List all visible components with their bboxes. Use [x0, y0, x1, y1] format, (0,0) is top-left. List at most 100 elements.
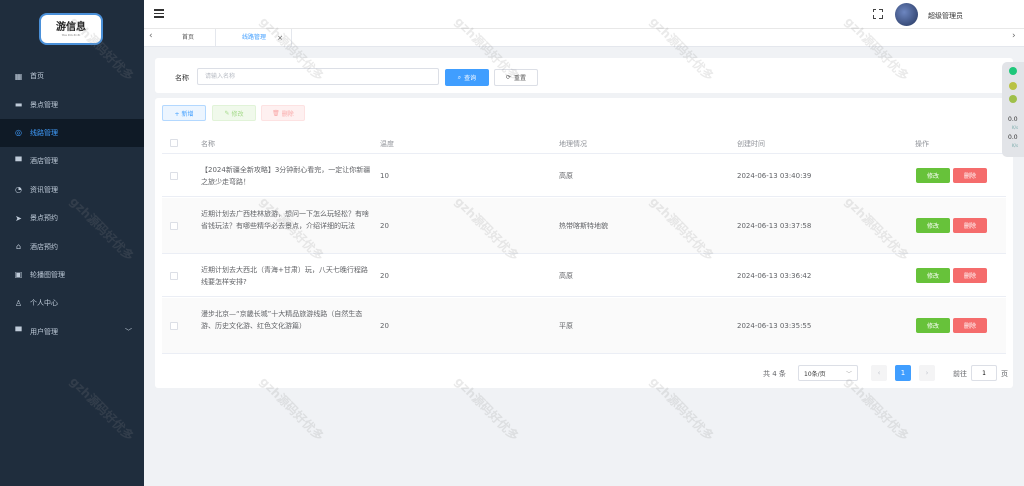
cell-geo: 热带喀斯特地貌	[559, 222, 608, 230]
download-unit: K/s	[1012, 143, 1019, 148]
row-edit-button[interactable]: 修改	[916, 168, 950, 183]
sidebar-item-label: 个人中心	[30, 299, 58, 308]
cell-name: 【2024新疆全新攻略】3分钟耐心看完，一定让你新疆之旅少走弯路！	[201, 166, 371, 186]
row-checkbox[interactable]	[170, 172, 178, 180]
sidebar-item-label: 首页	[30, 72, 44, 81]
search-form: 名称 ⌕查询 ⟳重置	[155, 58, 1013, 93]
user-icon: ♙	[14, 298, 23, 308]
next-page-button[interactable]: ›	[919, 365, 935, 381]
cell-time: 2024-06-13 03:36:42	[737, 272, 812, 280]
prev-page-button[interactable]: ‹	[871, 365, 887, 381]
tab-routes[interactable]: 线路管理 ×	[218, 29, 292, 47]
row-delete-button[interactable]: 删除	[953, 168, 987, 183]
row-checkbox[interactable]	[170, 322, 178, 330]
status-dot-icon	[1009, 95, 1017, 103]
search-button-label: 查询	[464, 75, 477, 82]
cell-temp: 20	[380, 322, 389, 330]
tab-home[interactable]: 首页	[158, 29, 216, 47]
cell-temp: 20	[380, 272, 389, 280]
row-delete-button[interactable]: 删除	[953, 218, 987, 233]
sidebar-item-hotel-booking[interactable]: ⌂ 酒店预约	[0, 232, 144, 260]
sidebar-item-home[interactable]: ▦ 首页	[0, 62, 144, 90]
edit-button[interactable]: ✎ 修改	[212, 105, 256, 121]
refresh-icon: ⟳	[505, 74, 511, 81]
download-speed: 0.0	[1008, 134, 1018, 141]
search-icon: ⌕	[457, 73, 462, 81]
select-all-checkbox[interactable]	[170, 139, 178, 147]
logo: 游信息 You Xin Xi Xi	[39, 13, 103, 45]
sidebar-item-scenic-booking[interactable]: ➤ 景点预约	[0, 204, 144, 232]
page-size-select[interactable]: 10条/页 ﹀	[798, 365, 858, 381]
delete-button[interactable]: 🗑 删除	[261, 105, 305, 121]
column-header-name: 名称	[201, 140, 215, 148]
column-header-temp: 温度	[380, 140, 394, 148]
chevron-down-icon: ﹀	[845, 370, 852, 378]
edit-icon: ✎	[224, 109, 230, 117]
sidebar-item-label: 酒店预约	[30, 242, 58, 251]
search-button[interactable]: ⌕ 查询	[445, 69, 489, 86]
sidebar-menu: ▦ 首页 ▬ 景点管理 ◎ 线路管理 ▀ 酒店管理 ◔ 资讯管理 ➤ 景点预约 ⌂ 酒店预约 …	[0, 62, 144, 346]
chevron-left-icon[interactable]: ‹	[149, 31, 153, 41]
trash-icon: 🗑	[272, 109, 280, 117]
cell-name: 近期计划去大西北（青海+甘肃）玩，八天七晚行程路线要怎样安排?	[201, 266, 368, 286]
row-edit-button[interactable]: 修改	[916, 318, 950, 333]
row-edit-button[interactable]: 修改	[916, 268, 950, 283]
sidebar-item-scenic[interactable]: ▬ 景点管理	[0, 90, 144, 118]
row-checkbox[interactable]	[170, 272, 178, 280]
globe-icon: ◎	[15, 128, 22, 138]
delete-button-label: 删除	[281, 110, 294, 118]
sidebar-item-label: 景点管理	[30, 100, 58, 109]
table-row: 近期计划去大西北（青海+甘肃）玩，八天七晚行程路线要怎样安排? 20 高原 20…	[162, 255, 1006, 297]
reset-button[interactable]: ⟳ 重置	[494, 69, 538, 86]
goto-page-input[interactable]	[971, 365, 997, 381]
page-number-button[interactable]: 1	[895, 365, 911, 381]
user-name[interactable]: 超级管理员	[928, 11, 963, 21]
sidebar-item-label: 酒店管理	[30, 157, 58, 166]
tab-label: 首页	[182, 34, 195, 41]
column-header-geo: 地理情况	[559, 140, 587, 148]
sidebar-item-label: 用户管理	[30, 327, 58, 336]
menu-toggle-icon[interactable]	[154, 9, 164, 18]
cell-geo: 高原	[559, 272, 573, 280]
page-unit-label: 页	[1001, 370, 1008, 378]
add-button[interactable]: + 新增	[162, 105, 206, 121]
table-header: 名称 温度 地理情况 创建时间 操作	[162, 132, 1006, 154]
table-card: + 新增 ✎ 修改 🗑 删除 名称 温度 地理情况 创建时间 操作 【2024新疆全…	[155, 98, 1013, 388]
table-row: 【2024新疆全新攻略】3分钟耐心看完，一定让你新疆之旅少走弯路！ 10 高原 …	[162, 155, 1006, 197]
sidebar-item-news[interactable]: ◔ 资讯管理	[0, 176, 144, 204]
close-icon[interactable]: ×	[277, 29, 283, 47]
network-speed-widget[interactable]: 0.0 K/s 0.0 K/s	[1002, 62, 1024, 157]
reset-button-label: 重置	[514, 75, 527, 82]
tags-view: ‹ 首页 线路管理 × ›	[144, 29, 1024, 47]
row-checkbox[interactable]	[170, 222, 178, 230]
fullscreen-icon[interactable]	[872, 8, 883, 19]
column-header-actions: 操作	[915, 140, 929, 148]
cell-time: 2024-06-13 03:40:39	[737, 172, 812, 180]
cell-time: 2024-06-13 03:37:58	[737, 222, 812, 230]
search-input[interactable]	[197, 68, 439, 85]
name-label: 名称	[175, 74, 189, 82]
table-row: 漫步北京—“京畿长城”十大精品旅游线路（自然生态游、历史文化游、红色文化游篇） …	[162, 298, 1006, 354]
sidebar-item-users[interactable]: ▀ 用户管理 ﹀	[0, 318, 144, 346]
row-delete-button[interactable]: 删除	[953, 318, 987, 333]
sidebar-item-label: 景点预约	[30, 214, 58, 223]
sidebar-item-hotels[interactable]: ▀ 酒店管理	[0, 147, 144, 175]
cell-temp: 10	[380, 172, 389, 180]
row-edit-button[interactable]: 修改	[916, 218, 950, 233]
logo-subtext: You Xin Xi Xi	[61, 32, 81, 37]
cell-name: 漫步北京—“京畿长城”十大精品旅游线路（自然生态游、历史文化游、红色文化游篇）	[201, 310, 363, 330]
cell-name: 近期计划去广西桂林旅游，想问一下怎么玩轻松？有啥省钱玩法？有哪些精华必去景点，介…	[201, 210, 369, 230]
table-row: 近期计划去广西桂林旅游，想问一下怎么玩轻松？有啥省钱玩法？有哪些精华必去景点，介…	[162, 198, 1006, 254]
sidebar-item-routes[interactable]: ◎ 线路管理	[0, 118, 144, 148]
row-delete-button[interactable]: 删除	[953, 268, 987, 283]
ticket-icon: ▬	[14, 100, 23, 110]
avatar[interactable]	[895, 3, 918, 26]
sidebar-item-profile[interactable]: ♙ 个人中心	[0, 289, 144, 317]
home-icon: ⌂	[15, 242, 22, 252]
sidebar-item-carousel[interactable]: ▣ 轮播图管理	[0, 261, 144, 289]
logo-text: 游信息	[56, 21, 86, 33]
monitor-icon: ▀	[15, 327, 22, 337]
status-dot-icon	[1009, 82, 1017, 90]
chevron-right-icon[interactable]: ›	[1012, 31, 1016, 41]
column-header-time: 创建时间	[737, 140, 765, 148]
